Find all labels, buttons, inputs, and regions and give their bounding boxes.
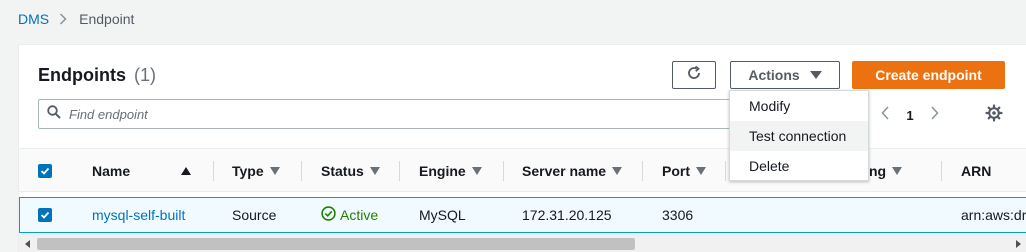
cell-server-name: 172.31.20.125: [522, 207, 612, 223]
create-endpoint-button[interactable]: Create endpoint: [852, 61, 1005, 89]
chevron-right-icon: [931, 105, 939, 125]
column-divider[interactable]: [725, 161, 726, 181]
horizontal-scrollbar[interactable]: [19, 234, 1026, 252]
row-checkbox[interactable]: [38, 198, 52, 232]
search-icon: [47, 104, 61, 124]
pagination: 1: [876, 105, 944, 125]
sort-down-icon: [612, 167, 623, 175]
current-page-number[interactable]: 1: [894, 108, 926, 123]
search-field[interactable]: [38, 99, 738, 129]
refresh-icon: [686, 65, 702, 86]
page-title: Endpoints (1): [38, 65, 156, 86]
refresh-button[interactable]: [672, 61, 716, 89]
actions-label: Actions: [748, 67, 800, 83]
sort-down-icon: [892, 167, 903, 175]
next-page-button[interactable]: [926, 105, 944, 125]
endpoints-panel: Endpoints (1) Actions Create endpoint Fi…: [18, 44, 1026, 252]
endpoint-name-link[interactable]: mysql-self-built: [92, 198, 185, 232]
menu-item-delete[interactable]: Delete: [730, 151, 868, 181]
gear-icon: [985, 103, 1003, 127]
breadcrumb-current: Endpoint: [79, 11, 135, 27]
table-settings-button[interactable]: [984, 103, 1004, 127]
column-header-arn[interactable]: ARN: [961, 149, 991, 193]
column-label-port: Port: [662, 163, 690, 179]
checkbox-checked-icon: [38, 208, 52, 222]
checkbox-checked-icon: [38, 164, 52, 178]
table-row[interactable]: mysql-self-built Source Active MySQL 172…: [19, 197, 1026, 233]
chevron-left-icon: [881, 105, 889, 125]
status-text: Active: [340, 207, 379, 223]
column-divider[interactable]: [213, 161, 214, 181]
column-header-name[interactable]: Name: [92, 149, 130, 193]
column-divider[interactable]: [399, 161, 400, 181]
column-header-type[interactable]: Type: [232, 149, 280, 193]
column-label-server-name: Server name: [522, 163, 607, 179]
endpoint-count: (1): [134, 65, 156, 85]
caret-down-icon: [809, 71, 822, 79]
breadcrumb-dms-link[interactable]: DMS: [18, 11, 49, 27]
cell-type: Source: [232, 207, 277, 223]
previous-page-button[interactable]: [876, 105, 894, 125]
sort-down-icon: [369, 167, 380, 175]
column-header-server-name[interactable]: Server name: [522, 149, 623, 193]
sort-up-icon[interactable]: [181, 149, 191, 193]
scroll-left-arrow-icon[interactable]: [23, 239, 33, 249]
column-header-port[interactable]: Port: [662, 149, 706, 193]
menu-item-test-connection[interactable]: Test connection: [730, 121, 868, 151]
sort-down-icon: [269, 167, 280, 175]
scroll-right-arrow-icon[interactable]: [1013, 239, 1023, 249]
menu-item-modify[interactable]: Modify: [730, 91, 868, 121]
check-circle-icon: [321, 206, 340, 224]
column-label-type: Type: [232, 163, 264, 179]
cell-arn: arn:aws:dr: [961, 207, 1026, 223]
column-label-engine: Engine: [419, 163, 466, 179]
column-label-status: Status: [321, 163, 364, 179]
table-header: Name Type Status Engine Server name Port: [19, 148, 1026, 192]
cell-engine: MySQL: [419, 207, 466, 223]
column-label-name: Name: [92, 163, 131, 179]
column-divider[interactable]: [642, 161, 643, 181]
scrollbar-thumb[interactable]: [37, 238, 635, 250]
sort-down-icon: [471, 167, 482, 175]
breadcrumb: DMS Endpoint: [18, 10, 134, 28]
cell-port: 3306: [662, 207, 694, 223]
column-divider[interactable]: [503, 161, 504, 181]
column-header-engine[interactable]: Engine: [419, 149, 482, 193]
column-divider[interactable]: [941, 161, 942, 181]
title-text: Endpoints: [38, 65, 126, 85]
search-input[interactable]: [69, 106, 669, 122]
sort-down-icon: [696, 167, 706, 175]
column-header-status[interactable]: Status: [321, 149, 380, 193]
status-badge: Active: [321, 198, 378, 232]
select-all-checkbox[interactable]: [38, 149, 52, 193]
column-label-arn: ARN: [961, 163, 992, 179]
column-divider[interactable]: [301, 161, 302, 181]
actions-dropdown-menu: Modify Test connection Delete: [729, 90, 869, 181]
chevron-right-icon: [59, 13, 67, 25]
actions-button[interactable]: Actions: [730, 61, 840, 89]
